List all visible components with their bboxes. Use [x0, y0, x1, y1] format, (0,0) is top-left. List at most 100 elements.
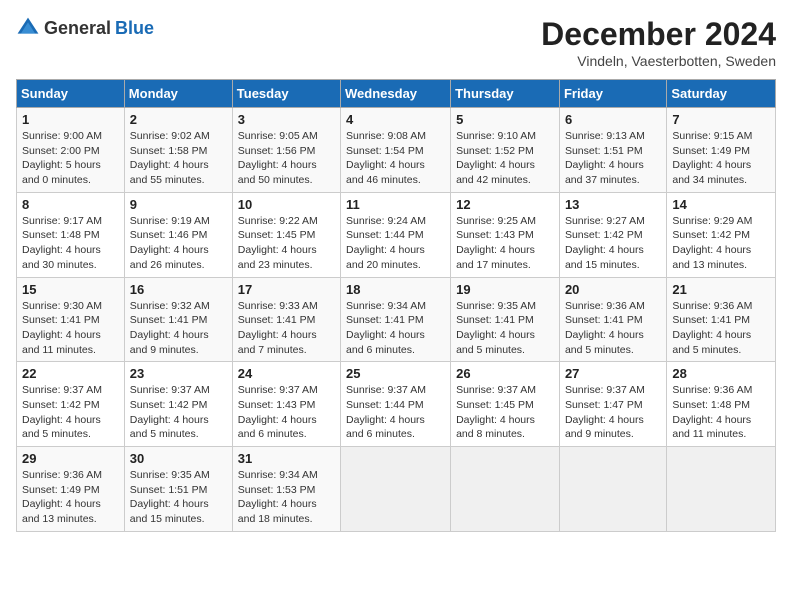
calendar-cell: 21 Sunrise: 9:36 AM Sunset: 1:41 PM Dayl…	[667, 277, 776, 362]
day-sunrise: Sunrise: 9:36 AM	[22, 469, 102, 481]
day-daylight: Daylight: 4 hours and 13 minutes.	[672, 244, 751, 271]
day-sunrise: Sunrise: 9:24 AM	[346, 215, 426, 227]
day-sunrise: Sunrise: 9:13 AM	[565, 130, 645, 142]
day-sunset: Sunset: 1:41 PM	[22, 314, 100, 326]
day-daylight: Daylight: 4 hours and 5 minutes.	[672, 329, 751, 356]
day-number: 15	[22, 282, 119, 297]
day-sunrise: Sunrise: 9:36 AM	[565, 300, 645, 312]
day-sunset: Sunset: 1:42 PM	[22, 399, 100, 411]
title-block: December 2024 Vindeln, Vaesterbotten, Sw…	[541, 16, 776, 69]
day-sunset: Sunset: 1:41 PM	[346, 314, 424, 326]
page-header: General Blue December 2024 Vindeln, Vaes…	[16, 16, 776, 69]
day-number: 21	[672, 282, 770, 297]
col-tuesday: Tuesday	[232, 80, 340, 108]
day-sunset: Sunset: 1:44 PM	[346, 229, 424, 241]
logo-icon	[16, 16, 40, 40]
day-sunset: Sunset: 1:51 PM	[130, 484, 208, 496]
col-wednesday: Wednesday	[341, 80, 451, 108]
day-sunrise: Sunrise: 9:08 AM	[346, 130, 426, 142]
calendar-cell: 16 Sunrise: 9:32 AM Sunset: 1:41 PM Dayl…	[124, 277, 232, 362]
day-number: 4	[346, 112, 445, 127]
day-daylight: Daylight: 4 hours and 8 minutes.	[456, 414, 535, 441]
day-daylight: Daylight: 4 hours and 15 minutes.	[565, 244, 644, 271]
day-sunset: Sunset: 1:42 PM	[672, 229, 750, 241]
col-thursday: Thursday	[451, 80, 560, 108]
location-subtitle: Vindeln, Vaesterbotten, Sweden	[541, 53, 776, 69]
calendar-cell: 8 Sunrise: 9:17 AM Sunset: 1:48 PM Dayli…	[17, 192, 125, 277]
day-daylight: Daylight: 4 hours and 13 minutes.	[22, 498, 101, 525]
day-sunset: Sunset: 1:58 PM	[130, 145, 208, 157]
calendar-cell: 10 Sunrise: 9:22 AM Sunset: 1:45 PM Dayl…	[232, 192, 340, 277]
day-number: 29	[22, 451, 119, 466]
calendar-cell: 11 Sunrise: 9:24 AM Sunset: 1:44 PM Dayl…	[341, 192, 451, 277]
logo-blue: Blue	[115, 18, 154, 39]
calendar-cell: 4 Sunrise: 9:08 AM Sunset: 1:54 PM Dayli…	[341, 108, 451, 193]
day-sunrise: Sunrise: 9:36 AM	[672, 384, 752, 396]
day-daylight: Daylight: 4 hours and 46 minutes.	[346, 159, 425, 186]
week-row-5: 29 Sunrise: 9:36 AM Sunset: 1:49 PM Dayl…	[17, 447, 776, 532]
day-daylight: Daylight: 4 hours and 34 minutes.	[672, 159, 751, 186]
day-number: 25	[346, 366, 445, 381]
day-sunrise: Sunrise: 9:10 AM	[456, 130, 536, 142]
day-number: 20	[565, 282, 661, 297]
day-sunrise: Sunrise: 9:34 AM	[238, 469, 318, 481]
day-daylight: Daylight: 4 hours and 9 minutes.	[565, 414, 644, 441]
day-sunrise: Sunrise: 9:02 AM	[130, 130, 210, 142]
day-sunset: Sunset: 1:41 PM	[238, 314, 316, 326]
day-sunrise: Sunrise: 9:37 AM	[456, 384, 536, 396]
day-sunset: Sunset: 1:52 PM	[456, 145, 534, 157]
calendar-cell: 22 Sunrise: 9:37 AM Sunset: 1:42 PM Dayl…	[17, 362, 125, 447]
calendar-cell	[451, 447, 560, 532]
day-sunset: Sunset: 1:49 PM	[672, 145, 750, 157]
day-sunset: Sunset: 1:41 PM	[672, 314, 750, 326]
day-sunset: Sunset: 1:45 PM	[238, 229, 316, 241]
day-sunset: Sunset: 1:44 PM	[346, 399, 424, 411]
day-number: 31	[238, 451, 335, 466]
calendar-cell: 23 Sunrise: 9:37 AM Sunset: 1:42 PM Dayl…	[124, 362, 232, 447]
col-sunday: Sunday	[17, 80, 125, 108]
day-sunrise: Sunrise: 9:29 AM	[672, 215, 752, 227]
day-daylight: Daylight: 4 hours and 5 minutes.	[22, 414, 101, 441]
day-number: 28	[672, 366, 770, 381]
calendar-cell	[341, 447, 451, 532]
calendar-cell: 19 Sunrise: 9:35 AM Sunset: 1:41 PM Dayl…	[451, 277, 560, 362]
day-sunrise: Sunrise: 9:37 AM	[130, 384, 210, 396]
day-daylight: Daylight: 4 hours and 42 minutes.	[456, 159, 535, 186]
day-sunrise: Sunrise: 9:30 AM	[22, 300, 102, 312]
calendar-cell: 14 Sunrise: 9:29 AM Sunset: 1:42 PM Dayl…	[667, 192, 776, 277]
week-row-2: 8 Sunrise: 9:17 AM Sunset: 1:48 PM Dayli…	[17, 192, 776, 277]
days-of-week-row: Sunday Monday Tuesday Wednesday Thursday…	[17, 80, 776, 108]
calendar-cell: 26 Sunrise: 9:37 AM Sunset: 1:45 PM Dayl…	[451, 362, 560, 447]
day-sunrise: Sunrise: 9:35 AM	[130, 469, 210, 481]
day-sunrise: Sunrise: 9:00 AM	[22, 130, 102, 142]
day-sunrise: Sunrise: 9:15 AM	[672, 130, 752, 142]
col-friday: Friday	[559, 80, 666, 108]
day-sunrise: Sunrise: 9:17 AM	[22, 215, 102, 227]
day-number: 10	[238, 197, 335, 212]
day-daylight: Daylight: 4 hours and 55 minutes.	[130, 159, 209, 186]
day-sunset: Sunset: 1:45 PM	[456, 399, 534, 411]
day-sunset: Sunset: 1:43 PM	[238, 399, 316, 411]
day-number: 12	[456, 197, 554, 212]
day-sunrise: Sunrise: 9:35 AM	[456, 300, 536, 312]
logo-general: General	[44, 18, 111, 39]
calendar-header: Sunday Monday Tuesday Wednesday Thursday…	[17, 80, 776, 108]
day-number: 22	[22, 366, 119, 381]
calendar-cell: 29 Sunrise: 9:36 AM Sunset: 1:49 PM Dayl…	[17, 447, 125, 532]
day-sunrise: Sunrise: 9:27 AM	[565, 215, 645, 227]
day-sunrise: Sunrise: 9:33 AM	[238, 300, 318, 312]
day-number: 1	[22, 112, 119, 127]
day-daylight: Daylight: 4 hours and 11 minutes.	[672, 414, 751, 441]
day-daylight: Daylight: 5 hours and 0 minutes.	[22, 159, 101, 186]
day-number: 2	[130, 112, 227, 127]
day-daylight: Daylight: 4 hours and 5 minutes.	[456, 329, 535, 356]
day-sunset: Sunset: 1:43 PM	[456, 229, 534, 241]
logo: General Blue	[16, 16, 154, 40]
calendar-cell: 25 Sunrise: 9:37 AM Sunset: 1:44 PM Dayl…	[341, 362, 451, 447]
calendar-cell: 2 Sunrise: 9:02 AM Sunset: 1:58 PM Dayli…	[124, 108, 232, 193]
calendar-cell: 28 Sunrise: 9:36 AM Sunset: 1:48 PM Dayl…	[667, 362, 776, 447]
day-daylight: Daylight: 4 hours and 7 minutes.	[238, 329, 317, 356]
day-sunset: Sunset: 1:48 PM	[22, 229, 100, 241]
day-sunrise: Sunrise: 9:34 AM	[346, 300, 426, 312]
day-daylight: Daylight: 4 hours and 20 minutes.	[346, 244, 425, 271]
